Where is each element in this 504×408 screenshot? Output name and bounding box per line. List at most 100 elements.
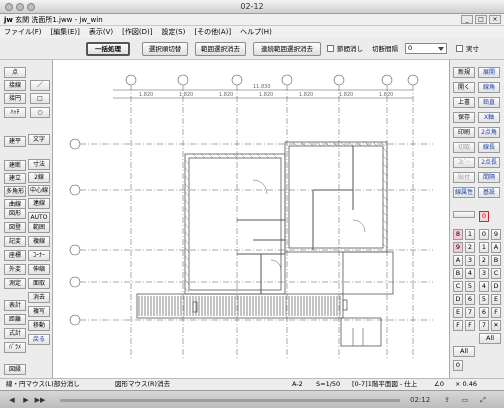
layer-all-button[interactable]: All <box>479 333 501 344</box>
left-tool-10[interactable]: 寸法 <box>28 159 50 170</box>
left-tool-18[interactable]: 図形 <box>4 208 26 219</box>
menu-settings[interactable]: 設定(S) <box>161 26 185 38</box>
right-tool-14[interactable]: 貼付 <box>453 172 475 183</box>
drawing-canvas[interactable]: 1.820 1.820 1.820 1.820 1.820 1.820 1.820 11.83… <box>52 60 450 378</box>
layer-group-7[interactable]: 7 <box>479 320 489 331</box>
status-paper[interactable]: A-2 <box>292 379 303 390</box>
left-tool-3[interactable]: ﾊｯﾁ <box>4 107 26 118</box>
right-tool-15[interactable]: 間隔 <box>478 172 500 183</box>
zoom-circle-icon[interactable] <box>27 3 35 11</box>
menu-view[interactable]: 表示(V) <box>89 26 113 38</box>
playback-scrubber[interactable] <box>60 399 400 402</box>
play-icon[interactable]: ▶ <box>20 394 32 406</box>
minimize-button[interactable]: _ <box>461 15 473 24</box>
share-icon[interactable]: ⇪ <box>440 394 454 406</box>
left-tool-12[interactable]: 2線 <box>28 172 50 183</box>
layer-x-0[interactable]: 9 <box>491 229 501 240</box>
left-tool-25[interactable]: 伸縮 <box>28 264 50 275</box>
fullscreen-icon[interactable]: ⤢ <box>476 394 490 406</box>
close-button[interactable]: × <box>489 15 501 24</box>
layer-a-6[interactable]: E <box>453 307 463 318</box>
airplay-icon[interactable]: ▭ <box>458 394 472 406</box>
left-tool-33[interactable]: 移動 <box>28 320 50 331</box>
volume-icon[interactable]: ◀ <box>6 394 18 406</box>
layer-a-7[interactable]: F <box>453 320 463 331</box>
layer-group-2[interactable]: 2 <box>479 255 489 266</box>
right-tool-0[interactable]: 新規 <box>453 67 475 78</box>
left-tool-23[interactable]: ｺｰﾅｰ <box>28 250 50 261</box>
layer-b-1[interactable]: 2 <box>465 242 475 253</box>
cut-interval-select[interactable]: 0 <box>405 43 447 54</box>
layer-group-0[interactable]: 0 <box>479 229 489 240</box>
status-layer[interactable]: [0-7]1階平面図 - 仕上 <box>352 379 417 390</box>
layer-a-0[interactable]: 8 <box>453 229 463 240</box>
left-tool-20[interactable]: 図登 <box>4 222 26 233</box>
right-tool-5[interactable]: 鉛直 <box>478 97 500 108</box>
left-tool-19[interactable]: 範囲 <box>28 222 50 233</box>
menu-draw[interactable]: [作図(D)] <box>122 26 152 38</box>
left-tool-24[interactable]: 座標 <box>4 250 26 261</box>
layer-b-5[interactable]: 6 <box>465 294 475 305</box>
right-tool-17[interactable]: 基設 <box>478 187 500 198</box>
right-tool-4[interactable]: 上書 <box>453 97 475 108</box>
layer-b-6[interactable]: 7 <box>465 307 475 318</box>
layer-a-4[interactable]: C <box>453 281 463 292</box>
layer-x-2[interactable]: B <box>491 255 501 266</box>
left-tool-31[interactable]: 複写 <box>28 306 50 317</box>
left-tool-29[interactable]: 消去 <box>28 292 50 303</box>
layer-group-1[interactable]: 1 <box>479 242 489 253</box>
left-tool-5[interactable]: □ <box>30 93 50 104</box>
left-tool-30[interactable]: 表計 <box>4 300 26 311</box>
menu-other[interactable]: [その他(A)] <box>194 26 231 38</box>
menu-file[interactable]: ファイル(F) <box>4 26 42 38</box>
fast-forward-icon[interactable]: ▶▶ <box>34 394 46 406</box>
select-order-button[interactable]: 選択順切替 <box>142 42 188 56</box>
left-tool-13[interactable]: 多角形 <box>4 186 26 197</box>
left-tool-22[interactable]: 記変 <box>4 236 26 247</box>
left-tool-4[interactable]: ／ <box>30 80 50 91</box>
layer-x-7[interactable]: ✕ <box>491 320 501 331</box>
right-tool-8[interactable]: 印刷 <box>453 127 475 138</box>
batch-process-button[interactable]: 一括処理 <box>86 42 130 56</box>
left-tool-16[interactable]: 連線 <box>28 198 50 209</box>
left-tool-7[interactable]: 建平 <box>4 136 26 147</box>
layer-x-1[interactable]: A <box>491 242 501 253</box>
left-tool-26[interactable]: 外変 <box>4 264 26 275</box>
clear-range-button[interactable]: 範囲選択消去 <box>195 42 246 56</box>
layer-x-3[interactable]: C <box>491 268 501 279</box>
right-tool-2[interactable]: 開く <box>453 82 475 93</box>
left-tool-37[interactable]: 図縁 <box>4 364 26 375</box>
layer-a-1[interactable]: 9 <box>453 242 463 253</box>
line-type-indicator[interactable] <box>453 211 475 218</box>
left-tool-28[interactable]: 測定 <box>4 278 26 289</box>
layer-b-2[interactable]: 3 <box>465 255 475 266</box>
right-tool-3[interactable]: 線角 <box>478 82 500 93</box>
menu-help[interactable]: ヘルプ(H) <box>240 26 272 38</box>
right-tool-13[interactable]: 2点長 <box>478 157 500 168</box>
left-tool-9[interactable]: 建断 <box>4 160 26 171</box>
right-tool-1[interactable]: 展開 <box>478 67 500 78</box>
minimize-circle-icon[interactable] <box>16 3 24 11</box>
right-tool-16[interactable]: 線属性 <box>453 187 475 198</box>
layer-all-button-2[interactable]: All <box>453 346 475 357</box>
left-tool-6[interactable]: ○ <box>30 107 50 118</box>
layer-group-6[interactable]: 6 <box>479 307 489 318</box>
left-tool-8[interactable]: 文字 <box>28 134 50 145</box>
layer-x-6[interactable]: F <box>491 307 501 318</box>
left-tool-11[interactable]: 建立 <box>4 173 26 184</box>
layer-b-3[interactable]: 4 <box>465 268 475 279</box>
layer-group-selected[interactable]: 0 <box>479 211 489 222</box>
layer-zero-button[interactable]: 0 <box>453 360 463 371</box>
layer-group-4[interactable]: 4 <box>479 281 489 292</box>
maximize-button[interactable]: □ <box>475 15 487 24</box>
left-tool-14[interactable]: 中心線 <box>28 185 50 196</box>
left-tool-0[interactable]: 点 <box>4 67 26 78</box>
layer-b-7[interactable]: F <box>465 320 475 331</box>
right-tool-10[interactable]: 切取 <box>453 142 475 153</box>
left-tool-1[interactable]: 接線 <box>4 80 26 91</box>
layer-group-3[interactable]: 3 <box>479 268 489 279</box>
left-tool-32[interactable]: 距離 <box>4 314 26 325</box>
right-tool-11[interactable]: 線長 <box>478 142 500 153</box>
left-tool-2[interactable]: 接円 <box>4 93 26 104</box>
layer-x-5[interactable]: E <box>491 294 501 305</box>
